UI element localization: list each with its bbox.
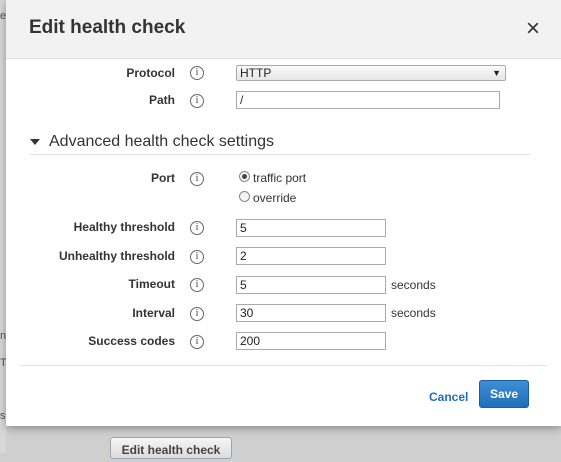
save-button[interactable]: Save (479, 380, 529, 408)
protocol-info-icon[interactable]: i (190, 66, 204, 80)
timeout-info-icon[interactable]: i (190, 278, 204, 292)
timeout-label: Timeout (128, 277, 175, 291)
section-divider (30, 154, 530, 155)
footer-divider (20, 365, 547, 366)
cancel-button[interactable]: Cancel (429, 390, 468, 404)
interval-info-icon[interactable]: i (190, 307, 204, 321)
path-info-icon[interactable]: i (190, 94, 204, 108)
advanced-settings-title: Advanced health check settings (49, 133, 275, 150)
timeout-input[interactable]: 5 (236, 276, 386, 294)
path-label: Path (148, 93, 175, 107)
dropdown-arrow-icon: ▼ (492, 68, 501, 78)
port-override-radio[interactable] (239, 191, 250, 202)
interval-unit: seconds (391, 306, 436, 320)
port-traffic-label[interactable]: traffic port (253, 171, 306, 185)
dialog-title: Edit health check (29, 17, 186, 38)
background-edit-health-check-button[interactable]: Edit health check (110, 437, 232, 459)
unhealthy-threshold-info-icon[interactable]: i (190, 250, 204, 264)
success-codes-info-icon[interactable]: i (190, 335, 204, 349)
unhealthy-threshold-label: Unhealthy threshold (58, 249, 175, 263)
healthy-threshold-input[interactable]: 5 (236, 219, 386, 237)
success-codes-label: Success codes (88, 334, 175, 348)
protocol-selected-value: HTTP (240, 66, 272, 80)
port-override-label[interactable]: override (253, 191, 296, 205)
advanced-settings-toggle[interactable]: Advanced health check settings (30, 133, 274, 151)
healthy-threshold-info-icon[interactable]: i (190, 221, 204, 235)
edit-health-check-dialog: Edit health check × Protocol i HTTP ▼ Pa… (6, 0, 561, 426)
interval-input[interactable]: 30 (236, 304, 386, 322)
unhealthy-threshold-input[interactable]: 2 (236, 247, 386, 265)
healthy-threshold-label: Healthy threshold (73, 220, 175, 234)
port-traffic-radio[interactable] (239, 171, 250, 182)
port-label: Port (151, 171, 175, 185)
caret-down-icon (30, 138, 40, 145)
success-codes-input[interactable]: 200 (236, 332, 386, 350)
dialog-header: Edit health check × (6, 0, 561, 59)
port-info-icon[interactable]: i (190, 172, 204, 186)
close-icon[interactable]: × (523, 17, 543, 41)
protocol-label: Protocol (126, 66, 175, 80)
interval-label: Interval (132, 306, 175, 320)
background-text: s (0, 410, 6, 422)
path-input[interactable]: / (236, 91, 500, 109)
protocol-select[interactable]: HTTP ▼ (236, 65, 506, 81)
timeout-unit: seconds (391, 278, 436, 292)
